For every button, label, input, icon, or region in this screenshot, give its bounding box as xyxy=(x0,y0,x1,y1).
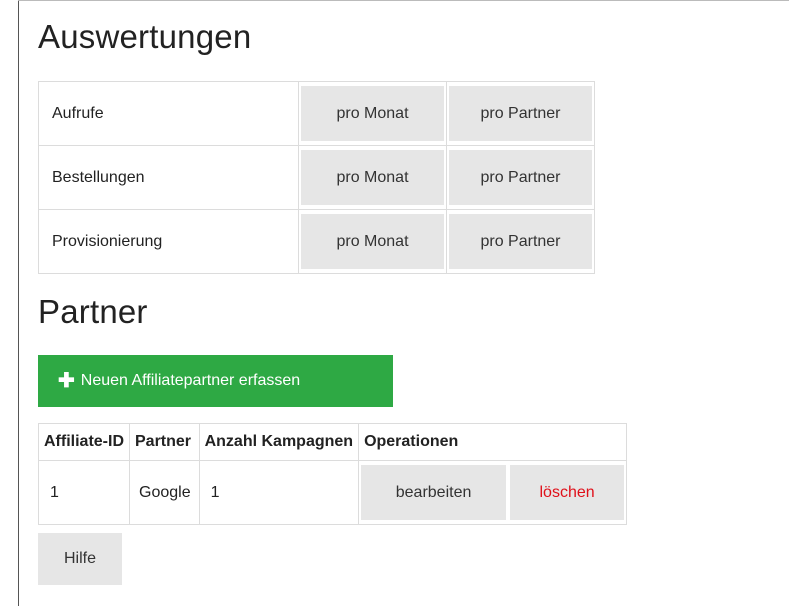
partner-table: Affiliate-ID Partner Anzahl Kampagnen Op… xyxy=(38,423,628,525)
column-header-affiliate-id: Affiliate-ID xyxy=(38,423,130,461)
table-row: Provisionierung pro Monat pro Partner xyxy=(38,209,595,274)
cell-partner-name: Google xyxy=(129,460,200,525)
column-header-anzahl-kampagnen: Anzahl Kampagnen xyxy=(198,423,360,461)
edit-partner-button[interactable]: bearbeiten xyxy=(361,465,507,520)
partner-title: Partner xyxy=(38,293,148,330)
column-header-operationen: Operationen xyxy=(358,423,628,461)
bestellungen-per-partner-button[interactable]: pro Partner xyxy=(449,150,592,205)
table-row: Bestellungen pro Monat pro Partner xyxy=(38,145,595,210)
cell-affiliate-id: 1 xyxy=(38,460,130,525)
delete-partner-button[interactable]: löschen xyxy=(510,465,625,520)
stats-label-bestellungen: Bestellungen xyxy=(38,145,299,210)
statistics-table: Aufrufe pro Monat pro Partner Bestellung… xyxy=(38,81,595,274)
window-border-top xyxy=(18,0,789,1)
table-row: 1 Google 1 bearbeiten löschen xyxy=(38,460,628,525)
column-header-partner: Partner xyxy=(129,423,200,461)
auswertungen-title: Auswertungen xyxy=(38,18,252,55)
add-affiliate-partner-label: Neuen Affiliatepartner erfassen xyxy=(80,372,301,389)
stats-label-provisionierung: Provisionierung xyxy=(38,209,299,274)
help-button[interactable]: Hilfe xyxy=(38,533,122,585)
stats-label-aufrufe: Aufrufe xyxy=(38,81,299,146)
provisionierung-per-month-button[interactable]: pro Monat xyxy=(301,214,444,269)
aufrufe-per-partner-button[interactable]: pro Partner xyxy=(449,86,592,141)
table-row: Aufrufe pro Monat pro Partner xyxy=(38,81,595,146)
table-header-row: Affiliate-ID Partner Anzahl Kampagnen Op… xyxy=(38,423,628,461)
window-border-left xyxy=(18,0,19,606)
cell-operations: bearbeiten löschen xyxy=(358,460,628,525)
add-affiliate-partner-button[interactable]: ✚ Neuen Affiliatepartner erfassen xyxy=(38,355,393,407)
cell-campaign-count: 1 xyxy=(198,460,360,525)
provisionierung-per-partner-button[interactable]: pro Partner xyxy=(449,214,592,269)
aufrufe-per-month-button[interactable]: pro Monat xyxy=(301,86,444,141)
plus-icon: ✚ xyxy=(58,370,75,392)
bestellungen-per-month-button[interactable]: pro Monat xyxy=(301,150,444,205)
